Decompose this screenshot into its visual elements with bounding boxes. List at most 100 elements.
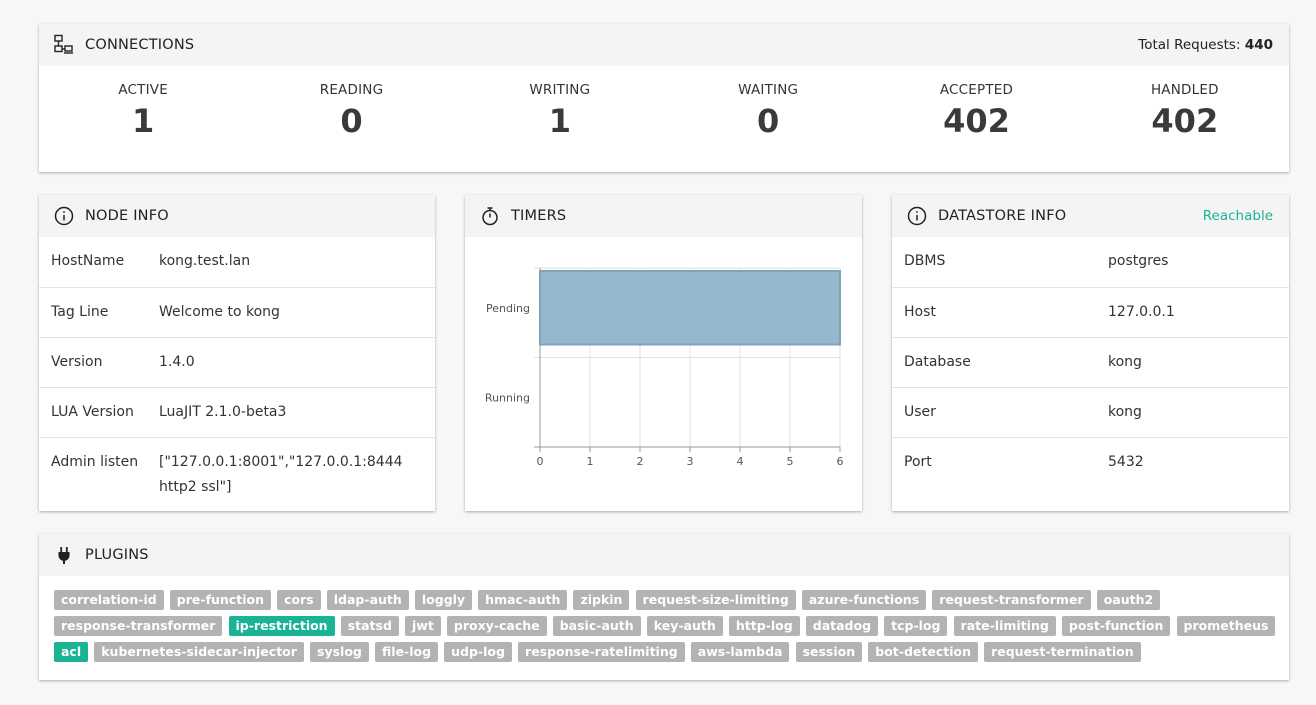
- plugin-tag-http-log: http-log: [728, 616, 800, 636]
- timers-title: TIMERS: [511, 208, 567, 224]
- row-value: LuaJIT 2.1.0-beta3: [159, 404, 287, 420]
- stat-value: 1: [548, 102, 571, 140]
- plugin-tag-hmac-auth: hmac-auth: [478, 590, 568, 610]
- connections-title: CONNECTIONS: [85, 37, 195, 53]
- datastore-row: Database kong: [892, 337, 1289, 387]
- tick-label: 2: [637, 455, 644, 468]
- stat-label: READING: [319, 82, 384, 98]
- plug-icon: [53, 544, 75, 566]
- stat-label: WAITING: [738, 82, 799, 98]
- datastore-header: DATASTORE INFO Reachable: [892, 195, 1289, 237]
- row-key: HostName: [51, 253, 125, 269]
- stat-label: HANDLED: [1150, 82, 1219, 98]
- plugin-tag-prometheus: prometheus: [1176, 616, 1276, 636]
- plugin-tag-correlation-id: correlation-id: [54, 590, 164, 610]
- datastore-row: Host 127.0.0.1: [892, 287, 1289, 337]
- row-key: Admin listen: [51, 454, 139, 470]
- plugin-tag-aws-lambda: aws-lambda: [690, 642, 790, 662]
- plugin-tag-session: session: [795, 642, 863, 662]
- node-info-row: Admin listen ["127.0.0.1:8001","127.0.0.…: [39, 437, 435, 512]
- plugin-tag-basic-auth: basic-auth: [552, 616, 641, 636]
- plugin-tag-syslog: syslog: [310, 642, 369, 662]
- row-key: Database: [904, 354, 971, 370]
- stat-value: 402: [1151, 102, 1219, 140]
- plugin-tag-request-termination: request-termination: [984, 642, 1141, 662]
- datastore-status: Reachable: [1202, 208, 1273, 224]
- timers-panel: TIMERS Pending Running 0 1 2 3 4 5 6: [465, 195, 862, 511]
- datastore-row: User kong: [892, 387, 1289, 437]
- row-value: kong.test.lan: [159, 253, 251, 269]
- plugin-tag-rate-limiting: rate-limiting: [953, 616, 1056, 636]
- row-value: 5432: [1108, 454, 1144, 470]
- plugin-tag-datadog: datadog: [805, 616, 879, 636]
- plugin-tag-proxy-cache: proxy-cache: [446, 616, 547, 636]
- plugin-tag-udp-log: udp-log: [444, 642, 512, 662]
- datastore-table: DBMS postgres Host 127.0.0.1 Database ko…: [892, 237, 1289, 487]
- row-value: postgres: [1108, 253, 1169, 269]
- stat-label: ACTIVE: [118, 82, 168, 98]
- node-info-table: HostName kong.test.lan Tag Line Welcome …: [39, 237, 435, 512]
- stat-waiting: WAITING 0: [664, 82, 872, 172]
- node-info-row: Tag Line Welcome to kong: [39, 287, 435, 337]
- connections-panel: CONNECTIONS Total Requests: 440 ACTIVE 1…: [39, 24, 1289, 172]
- plugin-tag-response-transformer: response-transformer: [54, 616, 223, 636]
- tick-label: 6: [837, 455, 844, 468]
- row-value: kong: [1108, 404, 1142, 420]
- info-icon: [906, 205, 928, 227]
- plugin-tag-acl: acl: [54, 642, 89, 662]
- tick-label: 1: [587, 455, 594, 468]
- tick-label: 0: [537, 455, 544, 468]
- plugin-tag-bot-detection: bot-detection: [868, 642, 978, 662]
- stat-accepted: ACCEPTED 402: [872, 82, 1080, 172]
- connection-stats: ACTIVE 1 READING 0 WRITING 1 WAITING 0 A…: [39, 66, 1289, 172]
- stat-value: 1: [132, 102, 155, 140]
- plugin-tag-zipkin: zipkin: [573, 590, 630, 610]
- stopwatch-icon: [479, 205, 501, 227]
- row-key: Version: [51, 354, 103, 370]
- stat-active: ACTIVE 1: [39, 82, 247, 172]
- total-requests-value: 440: [1244, 37, 1273, 53]
- plugin-tag-kubernetes-sidecar-injector: kubernetes-sidecar-injector: [94, 642, 304, 662]
- connections-header: CONNECTIONS Total Requests: 440: [39, 24, 1289, 66]
- plugin-tag-jwt: jwt: [405, 616, 441, 636]
- node-info-header: NODE INFO: [39, 195, 435, 237]
- node-info-row: Version 1.4.0: [39, 337, 435, 387]
- stat-label: WRITING: [529, 82, 591, 98]
- stat-value: 0: [757, 102, 780, 140]
- plugin-tag-pre-function: pre-function: [169, 590, 271, 610]
- node-info-row: HostName kong.test.lan: [39, 237, 435, 287]
- node-info-panel: NODE INFO HostName kong.test.lan Tag Lin…: [39, 195, 435, 511]
- plugin-tag-list: correlation-id pre-function cors ldap-au…: [39, 576, 1289, 668]
- plugin-tag-statsd: statsd: [340, 616, 399, 636]
- stat-value: 0: [340, 102, 363, 140]
- stat-reading: READING 0: [247, 82, 455, 172]
- network-icon: [53, 34, 75, 56]
- row-value: kong: [1108, 354, 1142, 370]
- timers-header: TIMERS: [465, 195, 862, 237]
- node-info-row: LUA Version LuaJIT 2.1.0-beta3: [39, 387, 435, 437]
- plugin-tag-key-auth: key-auth: [646, 616, 723, 636]
- row-key: LUA Version: [51, 404, 134, 420]
- row-key: User: [904, 404, 936, 420]
- tick-label: 5: [787, 455, 794, 468]
- stat-handled: HANDLED 402: [1081, 82, 1289, 172]
- plugin-tag-ldap-auth: ldap-auth: [326, 590, 409, 610]
- plugin-tag-azure-functions: azure-functions: [801, 590, 927, 610]
- total-requests-label: Total Requests:: [1138, 37, 1241, 53]
- row-key: Tag Line: [51, 304, 109, 320]
- datastore-row: DBMS postgres: [892, 237, 1289, 287]
- row-value: ["127.0.0.1:8001","127.0.0.1:8444 http2 …: [159, 454, 403, 495]
- category-label: Running: [485, 391, 530, 404]
- stat-value: 402: [943, 102, 1010, 140]
- stat-label: ACCEPTED: [939, 82, 1014, 98]
- plugin-tag-request-transformer: request-transformer: [932, 590, 1091, 610]
- plugin-tag-cors: cors: [277, 590, 321, 610]
- total-requests: Total Requests: 440: [1138, 37, 1273, 53]
- info-icon: [53, 205, 75, 227]
- plugins-title: PLUGINS: [85, 547, 149, 563]
- row-value: 1.4.0: [159, 354, 195, 370]
- plugins-header: PLUGINS: [39, 534, 1289, 576]
- plugin-tag-post-function: post-function: [1061, 616, 1171, 636]
- tick-label: 3: [687, 455, 694, 468]
- plugin-tag-oauth2: oauth2: [1096, 590, 1161, 610]
